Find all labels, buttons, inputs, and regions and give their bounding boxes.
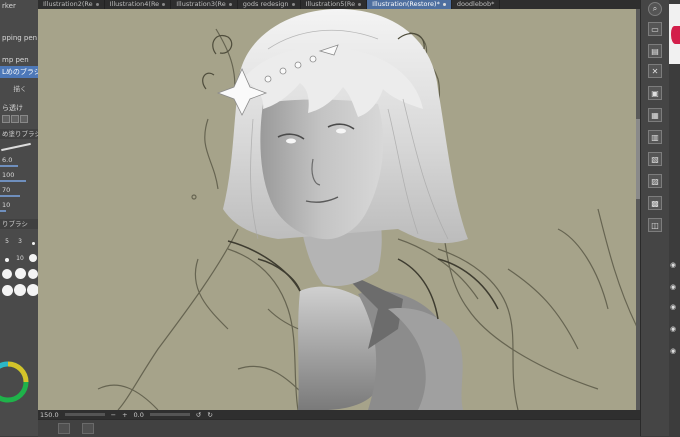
brush-size-cell[interactable]: 3 bbox=[14, 231, 26, 245]
layer-list-icon[interactable] bbox=[58, 423, 70, 434]
sub-tool-item-lump-pen[interactable]: mp pen bbox=[0, 54, 38, 66]
brush-stroke-preview bbox=[0, 139, 38, 153]
sub-tool-item-dipping-pen[interactable]: pping pen bbox=[0, 32, 38, 44]
layer-folder-icon[interactable]: ▤ bbox=[648, 44, 662, 58]
brush-size-slider[interactable]: 6.0 bbox=[0, 153, 38, 168]
sub-tool-group-label: 描く bbox=[0, 84, 38, 94]
opacity-slider[interactable]: 100 bbox=[0, 168, 38, 183]
artwork bbox=[97, 9, 638, 410]
sub-tool-item[interactable]: rker bbox=[0, 0, 38, 12]
layer-settings-icon[interactable]: ◫ bbox=[648, 218, 662, 232]
brush-size-cell[interactable] bbox=[14, 282, 26, 296]
brush-size-cell[interactable]: 10 bbox=[14, 248, 26, 262]
density-value: 70 bbox=[2, 186, 11, 194]
command-bar: ⌕ ▭ ▤ ✕ ▣ ▦ ▥ ▧ ▨ ▩ ◫ bbox=[640, 0, 670, 436]
merge-layer-icon[interactable]: ▦ bbox=[648, 108, 662, 122]
thumbnail-figure bbox=[671, 26, 680, 44]
rotate-slider[interactable] bbox=[149, 413, 190, 416]
eye-icon[interactable]: ◉ bbox=[670, 326, 679, 333]
density-slider[interactable]: 70 bbox=[0, 183, 38, 198]
layer-thumbnail[interactable] bbox=[669, 4, 680, 64]
brush-size-value: 6.0 bbox=[2, 156, 13, 164]
sub-tool-spacer bbox=[0, 94, 38, 102]
delete-layer-icon[interactable]: ✕ bbox=[648, 64, 662, 78]
copy-icon[interactable] bbox=[2, 115, 10, 123]
zoom-slider[interactable] bbox=[64, 413, 105, 416]
status-bar: 150.0 − + 0.0 ↺ ↻ bbox=[38, 410, 640, 419]
tab-gods-redesign[interactable]: gods redesign bbox=[238, 0, 301, 9]
duplicate-layer-icon[interactable]: ▣ bbox=[648, 86, 662, 100]
zoom-in-icon[interactable]: + bbox=[122, 411, 127, 419]
sub-tool-panel: rker pping pen mp pen Lめのブラシ 描く ら透け め塗りブ… bbox=[0, 0, 39, 436]
drawing-canvas[interactable] bbox=[38, 9, 638, 410]
trash-icon[interactable] bbox=[20, 115, 28, 123]
paste-icon[interactable] bbox=[11, 115, 19, 123]
lock-icon[interactable]: ▩ bbox=[648, 196, 662, 210]
angle-value[interactable]: 0.0 bbox=[134, 411, 144, 419]
sub-tool-option[interactable]: ら透け bbox=[0, 102, 38, 114]
tab-illustration3[interactable]: Illustration3(Re bbox=[171, 0, 238, 9]
brush-size-cell[interactable] bbox=[1, 282, 13, 296]
sub-tool-spacer bbox=[0, 12, 38, 32]
tab-illustration-restore[interactable]: Illustration(Restore)* bbox=[367, 0, 452, 9]
opacity-value: 100 bbox=[2, 171, 15, 179]
tab-illustration2[interactable]: Illustration2(Re bbox=[38, 0, 105, 9]
blend-slider[interactable]: 10 bbox=[0, 198, 38, 213]
eye-icon[interactable]: ◉ bbox=[670, 348, 679, 355]
brush-size-cell[interactable]: 5 bbox=[1, 231, 13, 245]
zoom-out-icon[interactable]: − bbox=[111, 411, 116, 419]
rotate-right-icon[interactable]: ↻ bbox=[207, 411, 212, 419]
zoom-level[interactable]: 150.0 bbox=[40, 411, 59, 419]
tab-illustration4[interactable]: Illustration4(Re bbox=[105, 0, 172, 9]
sub-tool-actions bbox=[0, 114, 38, 126]
tool-property-header: め塗りブラシ bbox=[0, 129, 38, 139]
tab-doodlebob[interactable]: doodlebob* bbox=[452, 0, 501, 9]
search-icon[interactable]: ⌕ bbox=[648, 2, 662, 16]
rotate-left-icon[interactable]: ↺ bbox=[196, 411, 201, 419]
blend-value: 10 bbox=[2, 201, 11, 209]
bottom-toolbar bbox=[38, 419, 640, 437]
new-layer-icon[interactable]: ▭ bbox=[648, 22, 662, 36]
sub-tool-spacer bbox=[0, 44, 38, 54]
brush-size-palette: 5 3 10 bbox=[0, 229, 38, 298]
brush-size-cell[interactable] bbox=[1, 248, 13, 262]
eye-icon[interactable]: ◉ bbox=[670, 304, 679, 311]
layer-panel: ◉ ◉ ◉ ◉ ◉ bbox=[669, 0, 680, 436]
brush-size-cell[interactable] bbox=[1, 265, 13, 279]
color-wheel-icon[interactable] bbox=[0, 352, 38, 412]
reference-icon[interactable]: ▨ bbox=[648, 174, 662, 188]
mask-icon[interactable]: ▥ bbox=[648, 130, 662, 144]
brush-size-palette-header: りブラシ bbox=[0, 219, 38, 229]
sub-tool-item-selected-brush[interactable]: Lめのブラシ bbox=[0, 66, 38, 78]
navigator-icon[interactable] bbox=[82, 423, 94, 434]
eye-icon[interactable]: ◉ bbox=[670, 262, 679, 269]
clipping-icon[interactable]: ▧ bbox=[648, 152, 662, 166]
tab-illustration5[interactable]: Illustration5(Re bbox=[301, 0, 368, 9]
document-tabs: Illustration2(Re Illustration4(Re Illust… bbox=[38, 0, 640, 9]
brush-size-cell[interactable] bbox=[14, 265, 26, 279]
eye-icon[interactable]: ◉ bbox=[670, 284, 679, 291]
